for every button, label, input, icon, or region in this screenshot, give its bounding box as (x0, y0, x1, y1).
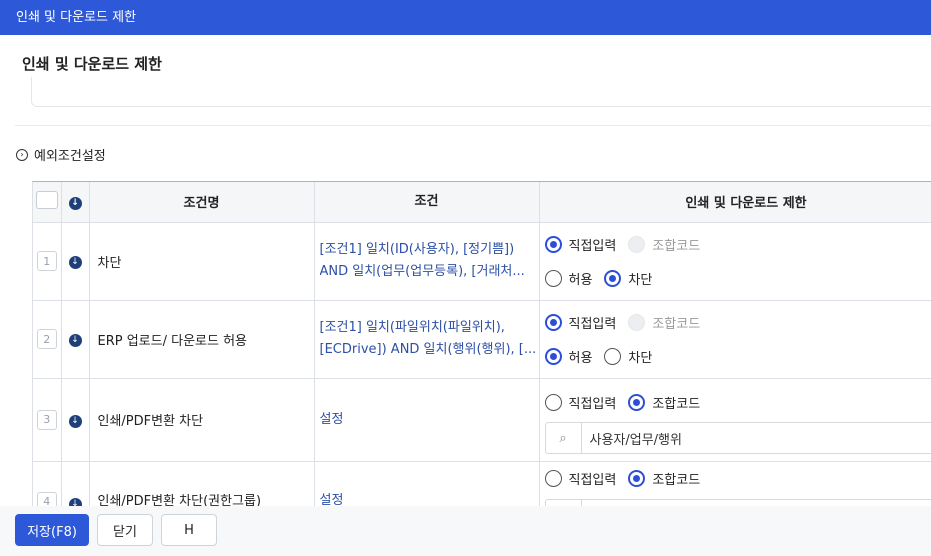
radio-empty-icon[interactable] (544, 470, 562, 487)
mode-direct-option[interactable]: 직접입력 (544, 235, 616, 254)
table-row[interactable]: 1 ↓ 차단 [조건1] 일치(ID(사용자), [정기쁨]) AND 일치(업… (33, 222, 931, 301)
row-name[interactable]: 인쇄/PDF변환 차단(권한그룹) (89, 461, 315, 506)
condition-line-1: [조건1] 일치(ID(사용자), [정기쁨]) (319, 242, 515, 257)
dialog-window: 인쇄 및 다운로드 제한 › 예외조건설정 ↓ 조건명 조건 인쇄 및 다운로드… (0, 35, 931, 556)
select-all-cell (33, 182, 62, 223)
table-header-row: ↓ 조건명 조건 인쇄 및 다운로드 제한 (33, 182, 931, 223)
exception-table: ↓ 조건명 조건 인쇄 및 다운로드 제한 1 ↓ 차단 [조건1] 일치(ID… (32, 181, 931, 506)
radio-selected-icon[interactable] (544, 235, 562, 253)
row-name[interactable]: ERP 업로드/ 다운로드 허용 (89, 300, 315, 379)
table-row[interactable]: 4 ↓ 인쇄/PDF변환 차단(권한그룹) 설정 직접입력 조합코드 ⌕ (33, 461, 931, 506)
window-titlebar: 인쇄 및 다운로드 제한 (0, 0, 931, 35)
mode-direct-option[interactable]: 직접입력 (544, 393, 616, 412)
row-condition[interactable]: [조건1] 일치(ID(사용자), [정기쁨]) AND 일치(업무(업무등록)… (314, 222, 540, 301)
allow-option[interactable]: 허용 (544, 347, 592, 366)
expand-all-icon[interactable]: ↓ (68, 196, 82, 210)
row-condition[interactable]: 설정 (314, 461, 540, 507)
radio-empty-icon[interactable] (544, 269, 562, 287)
search-icon[interactable]: ⌕ (546, 423, 582, 453)
row-name[interactable]: 차단 (89, 222, 315, 301)
radio-selected-icon[interactable] (604, 269, 622, 287)
row-number[interactable]: 4 (36, 491, 57, 506)
radio-selected-icon[interactable] (544, 313, 562, 331)
select-all-checkbox[interactable] (35, 190, 58, 209)
mode-combo-option: 조합코드 (628, 235, 700, 254)
radio-empty-icon[interactable] (544, 393, 562, 411)
table-row[interactable]: 2 ↓ ERP 업로드/ 다운로드 허용 [조건1] 일치(파일위치(파일위치)… (33, 300, 931, 379)
row-condition[interactable]: 설정 (314, 378, 540, 462)
radio-disabled-icon (628, 235, 646, 253)
col-header-condition[interactable]: 조건 (314, 182, 540, 223)
close-button[interactable]: 닫기 (97, 514, 153, 546)
radio-empty-icon[interactable] (604, 347, 622, 365)
row-number[interactable]: 2 (36, 329, 57, 349)
condition-line-2: [ECDrive]) AND 일치(행위(행위), [... (319, 342, 537, 357)
row-name[interactable]: 인쇄/PDF변환 차단 (89, 378, 315, 462)
condition-setting-link[interactable]: 설정 (320, 409, 539, 431)
footer-toolbar: 저장(F8) 닫기 H (0, 506, 931, 556)
combo-code-search-field[interactable]: ⌕ 사용자/업무/행위 (544, 422, 931, 454)
block-option[interactable]: 차단 (604, 347, 652, 366)
h-button[interactable]: H (161, 514, 217, 546)
exception-section-header[interactable]: › 예외조건설정 (16, 145, 106, 164)
expand-row-icon[interactable]: ↓ (68, 256, 82, 269)
save-button[interactable]: 저장(F8) (15, 514, 89, 546)
mode-combo-option: 조합코드 (628, 313, 700, 332)
section-title: 예외조건설정 (34, 149, 106, 164)
allow-option[interactable]: 허용 (544, 269, 592, 288)
col-header-name[interactable]: 조건명 (89, 182, 315, 223)
mode-combo-option[interactable]: 조합코드 (628, 393, 700, 412)
expand-all-cell: ↓ (61, 182, 90, 223)
page-title: 인쇄 및 다운로드 제한 (22, 55, 162, 73)
mode-combo-option[interactable]: 조합코드 (628, 469, 700, 488)
combo-code-search-field[interactable]: ⌕ (544, 498, 931, 506)
block-option[interactable]: 차단 (604, 269, 652, 288)
radio-selected-icon[interactable] (544, 347, 562, 365)
expand-row-icon[interactable]: ↓ (68, 497, 82, 506)
table-row[interactable]: 3 ↓ 인쇄/PDF변환 차단 설정 직접입력 조합코드 ⌕ 사용자/업무/행위 (33, 378, 931, 462)
radio-disabled-icon (628, 313, 646, 331)
condition-setting-link[interactable]: 설정 (320, 490, 539, 507)
chevron-circle-icon[interactable]: › (16, 148, 28, 161)
section-divider (15, 125, 931, 126)
mode-direct-option[interactable]: 직접입력 (544, 313, 616, 332)
condition-line-2: AND 일치(업무(업무등록), [거래처... (319, 264, 525, 279)
upper-panel (31, 77, 931, 107)
radio-selected-icon[interactable] (628, 470, 646, 487)
expand-row-icon[interactable]: ↓ (68, 414, 82, 428)
col-header-restriction[interactable]: 인쇄 및 다운로드 제한 (539, 182, 931, 223)
row-condition[interactable]: [조건1] 일치(파일위치(파일위치), [ECDrive]) AND 일치(행… (314, 300, 540, 379)
radio-selected-icon[interactable] (628, 393, 646, 411)
row-number[interactable]: 1 (36, 251, 57, 271)
row-number[interactable]: 3 (36, 409, 57, 430)
condition-line-1: [조건1] 일치(파일위치(파일위치), (319, 320, 505, 335)
mode-direct-option[interactable]: 직접입력 (544, 469, 616, 488)
combo-code-value: 사용자/업무/행위 (589, 432, 682, 448)
window-title: 인쇄 및 다운로드 제한 (16, 10, 137, 25)
expand-row-icon[interactable]: ↓ (68, 334, 82, 347)
